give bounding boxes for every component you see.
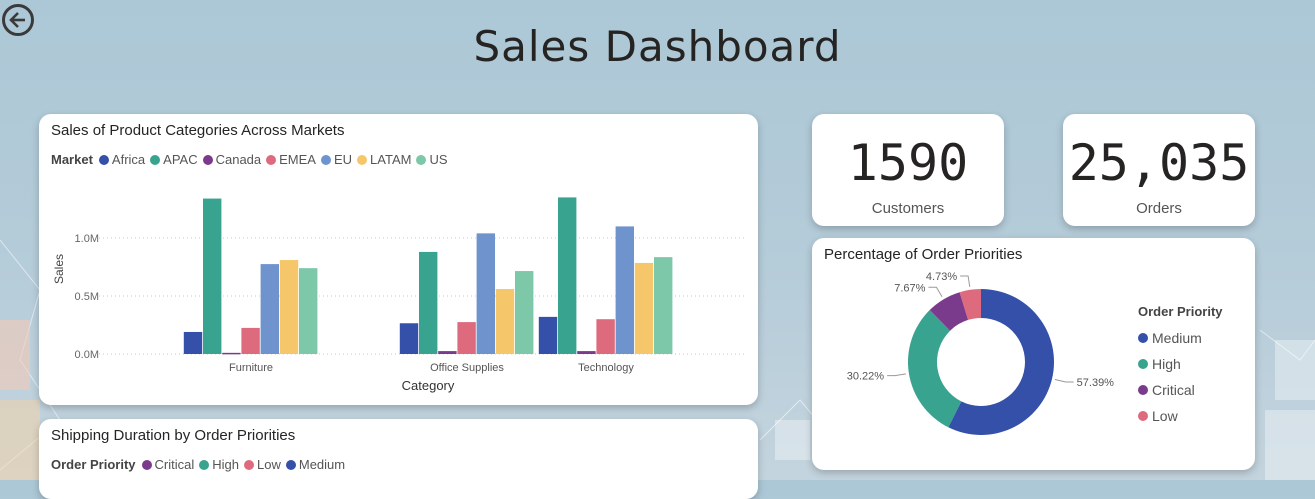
x-tick-label: Technology — [578, 362, 634, 374]
bar-eu-furniture[interactable] — [260, 264, 279, 354]
bar-eu-office-supplies[interactable] — [476, 233, 495, 354]
shipping-chart-card[interactable]: Shipping Duration by Order Priorities Or… — [39, 419, 758, 499]
legend-label: Medium — [1152, 330, 1202, 346]
bar-emea-furniture[interactable] — [241, 327, 260, 354]
bar-eu-technology[interactable] — [615, 226, 634, 354]
y-tick-label: 1.0M — [75, 233, 99, 245]
legend-dot — [1138, 411, 1148, 421]
slice-label: 4.73% — [926, 271, 957, 283]
shipping-legend-title: Order Priority — [51, 457, 136, 472]
legend-dot — [244, 459, 255, 470]
sales-bar-chart[interactable]: 1.0M 0.5M 0.0M Furniture Office Supplies Tech… — [39, 114, 758, 405]
legend-item-critical[interactable]: Critical — [1138, 377, 1223, 403]
legend-dot — [1138, 385, 1148, 395]
priority-chart-card[interactable]: Percentage of Order Priorities 57.39% 30.… — [812, 238, 1255, 470]
leader-line — [960, 275, 971, 287]
x-axis-title: Category — [402, 378, 455, 393]
x-tick-label: Office Supplies — [430, 362, 504, 374]
legend-item-high[interactable]: High — [1138, 351, 1223, 377]
shipping-legend: Order Priority Critical High Low Medium — [51, 457, 350, 472]
legend-label: Critical — [1152, 382, 1195, 398]
bar-apac-technology[interactable] — [558, 197, 577, 354]
legend-label: High — [212, 457, 240, 472]
legend-dot — [285, 459, 296, 470]
legend-item-medium[interactable]: Medium — [285, 457, 346, 472]
legend-item-critical[interactable]: Critical — [141, 457, 195, 472]
priority-legend-title: Order Priority — [1138, 304, 1223, 319]
legend-item-medium[interactable]: Medium — [1138, 325, 1223, 351]
legend-dot — [141, 459, 152, 470]
priority-legend: Order Priority Medium High Critical Low — [1138, 304, 1223, 429]
bar-africa-furniture[interactable] — [183, 331, 203, 354]
leader-line — [1054, 378, 1074, 383]
leader-line — [928, 286, 943, 297]
customers-kpi-label: Customers — [871, 200, 945, 217]
legend-label: Low — [257, 457, 281, 472]
bar-us-furniture[interactable] — [299, 268, 318, 354]
bar-us-office-supplies[interactable] — [515, 271, 534, 354]
bar-apac-office-supplies[interactable] — [419, 251, 438, 354]
orders-kpi-card: 25,035 Orders — [1063, 114, 1255, 226]
legend-dot — [1138, 333, 1148, 343]
x-tick-label: Furniture — [229, 362, 273, 374]
customers-kpi-card: 1590 Customers — [812, 114, 1004, 226]
sales-chart-card[interactable]: Sales of Product Categories Across Marke… — [39, 114, 758, 405]
bar-canada-technology[interactable] — [577, 351, 596, 354]
legend-item-low[interactable]: Low — [1138, 403, 1223, 429]
bar-us-technology[interactable] — [654, 257, 673, 354]
shipping-chart-title: Shipping Duration by Order Priorities — [51, 427, 296, 444]
slice-label: 7.67% — [894, 282, 925, 294]
orders-kpi-value: 25,035 — [1068, 134, 1250, 192]
orders-kpi-label: Orders — [1136, 200, 1182, 217]
bar-latam-office-supplies[interactable] — [495, 289, 515, 354]
bar-latam-technology[interactable] — [634, 262, 654, 354]
legend-label: Medium — [298, 457, 346, 472]
legend-dot — [199, 459, 210, 470]
y-axis-title: Sales — [52, 254, 66, 284]
slice-label: 30.22% — [847, 371, 885, 383]
bar-africa-office-supplies[interactable] — [399, 323, 419, 354]
y-tick-label: 0.5M — [75, 291, 99, 303]
y-tick-label: 0.0M — [75, 349, 99, 361]
leader-line — [887, 373, 907, 377]
slice-label: 57.39% — [1077, 377, 1115, 389]
priority-donut-chart[interactable]: 57.39% 30.22% 7.67%4.73% — [812, 238, 1142, 470]
legend-label: High — [1152, 356, 1181, 372]
bar-canada-furniture[interactable] — [222, 352, 241, 355]
bar-emea-office-supplies[interactable] — [457, 322, 476, 354]
bar-apac-furniture[interactable] — [203, 198, 222, 354]
legend-dot — [1138, 359, 1148, 369]
bar-latam-furniture[interactable] — [279, 260, 299, 354]
legend-item-high[interactable]: High — [199, 457, 239, 472]
bar-africa-technology[interactable] — [538, 316, 558, 354]
bar-canada-office-supplies[interactable] — [438, 351, 457, 354]
customers-kpi-value: 1590 — [847, 134, 969, 192]
legend-label: Low — [1152, 408, 1178, 424]
bar-emea-technology[interactable] — [596, 319, 615, 354]
page-title: Sales Dashboard — [473, 22, 842, 71]
legend-item-low[interactable]: Low — [244, 457, 281, 472]
legend-label: Critical — [154, 457, 195, 472]
